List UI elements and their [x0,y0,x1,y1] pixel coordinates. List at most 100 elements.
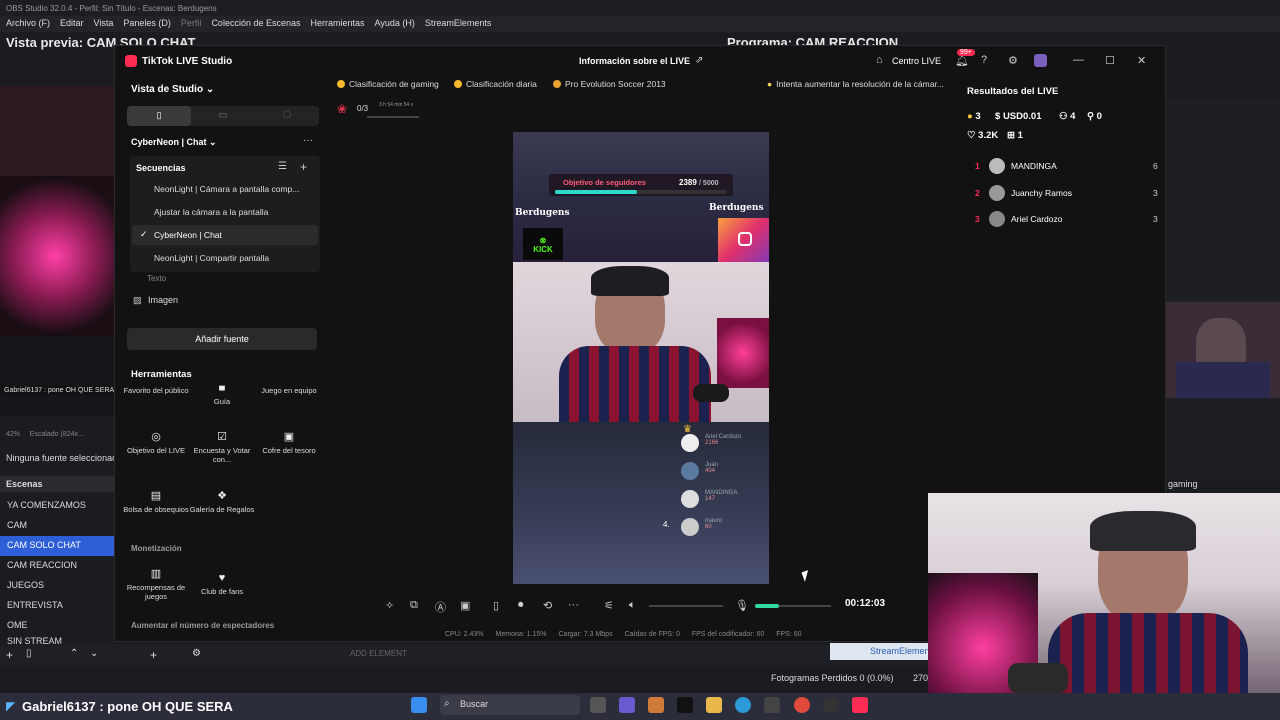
sequence-item[interactable]: Ajustar la cámara a la pantalla [132,202,318,222]
tool-gift-bag[interactable]: ▤ Bolsa de obsequios [123,491,189,515]
rose-timer: 3 h 54 min 54 s [379,102,414,108]
tool-game-rewards[interactable]: ▥ Recompensas de juegos [123,569,189,602]
tool-guide[interactable]: ▀ Guía [189,386,255,406]
stream-preview[interactable]: Objetivo de seguidores 2389 / 5000 Berdu… [513,132,769,584]
add-scene-icon[interactable]: + [6,648,13,662]
move-down-icon[interactable]: ⌄ [90,648,98,659]
more-options-icon[interactable]: ··· [303,135,313,146]
tip-resolution[interactable]: ● Intenta aumentar la resolución de la cá… [767,79,944,89]
tiktok-icon[interactable] [677,697,693,713]
stat-encoder-fps: FPS del codificador: 60 [691,631,765,638]
scene-item[interactable]: JUEGOS [0,576,114,596]
effects-icon[interactable]: ✧ [385,599,394,612]
studio-view-dropdown[interactable]: Vista de Studio ⌄ [131,84,214,95]
mixer-icon[interactable]: ⚟ [604,599,614,612]
live-results-title: Resultados del LIVE [967,86,1059,97]
tool-treasure[interactable]: ▣ Cofre del tesoro [256,432,322,456]
chip-game[interactable]: Pro Evolution Soccer 2013 [553,79,666,89]
ranking-row[interactable]: 2 Juanchy Ramos 3 [971,185,1161,205]
tool-live-goal[interactable]: ◎ Objetivo del LIVE [123,431,189,456]
source-image[interactable]: Imagen [148,295,178,305]
files-icon[interactable] [590,697,606,713]
auto-icon[interactable]: Ⓐ [435,599,446,615]
menu-coleccion[interactable]: Colección de Escenas [211,18,300,30]
gear-icon[interactable]: ⚙ [1008,54,1018,67]
chip-gaming-ranking[interactable]: Clasificación de gaming [337,79,439,89]
help-icon[interactable]: ? [981,54,987,66]
menu-vista[interactable]: Vista [94,18,114,30]
scene-selector[interactable]: CyberNeon | Chat ⌄ [131,137,217,148]
obs-right-panel [1166,100,1280,480]
target-icon: ◎ [151,431,161,443]
list-icon[interactable]: ☰ [278,161,287,172]
scene-item[interactable]: CAM [0,516,114,536]
store-icon[interactable] [764,697,780,713]
menu-streamelements[interactable]: StreamElements [425,18,492,30]
ranking-row[interactable]: 1 MANDINGA 6 [971,158,1161,178]
home-icon[interactable]: ⌂ [876,54,883,66]
record-icon[interactable]: ⏺ [518,599,524,612]
edge-icon[interactable] [735,697,751,713]
more-icon[interactable]: ··· [568,599,579,611]
live-info-title[interactable]: Información sobre el LIVE [579,56,690,66]
remove-scene-icon[interactable]: ▯ [26,648,32,659]
scene-item[interactable]: ENTREVISTA [0,596,114,616]
add-source-button[interactable]: Añadir fuente [127,328,317,350]
maximize-icon[interactable]: ☐ [1105,54,1115,67]
scene-item[interactable]: OME [0,616,114,636]
ranking-row[interactable]: 3 Ariel Cardozo 3 [971,211,1161,231]
vertical-layout-icon[interactable]: ▯ [127,106,191,126]
menu-ayuda[interactable]: Ayuda (H) [375,18,415,30]
teams-icon[interactable] [619,697,635,713]
menu-editar[interactable]: Editar [60,18,84,30]
horizontal-layout-icon[interactable]: ▭ [191,106,255,126]
sequence-item[interactable]: NeonLight | Compartir pantalla [132,248,318,268]
replay-icon[interactable]: ⟲ [543,599,552,612]
live-center-button[interactable]: Centro LIVE [892,56,941,66]
zoom-indicator: 42% Escalado (824x... [6,431,84,438]
screen-icon[interactable]: ▣ [460,599,470,612]
scene-item[interactable]: YA COMENZAMOS [0,496,114,516]
menu-perfil[interactable]: Perfil [181,18,202,30]
scene-item-active[interactable]: CAM SOLO CHAT [0,536,114,556]
taskbar-search[interactable]: Buscar [440,695,580,715]
avatar[interactable] [1034,54,1047,67]
sequence-item-active[interactable]: ✓ CyberNeon | Chat [132,225,318,245]
dual-layout-icon[interactable]: ⎔ [255,106,319,126]
phone-icon[interactable]: ▯ [493,599,499,612]
menu-archivo[interactable]: Archivo (F) [6,18,50,30]
copilot-icon[interactable] [648,697,664,713]
volume-icon[interactable]: 🔈︎ [629,599,636,612]
windows-start-icon[interactable] [411,697,427,713]
tool-team-game[interactable]: Juego en equipo [256,386,322,395]
close-icon[interactable]: ✕ [1137,54,1146,67]
layout-icon[interactable]: ⧉ [410,599,418,612]
add-element-button[interactable]: ADD ELEMENT [350,649,407,658]
streamelements-button[interactable]: StreamElements [830,643,937,660]
chrome-icon[interactable] [794,697,810,713]
volume-slider[interactable] [649,605,723,607]
tool-fan-club[interactable]: ♥ Club de fans [189,573,255,597]
add-icon[interactable]: + [300,160,307,174]
obs-preview-canvas[interactable] [0,86,114,416]
menu-herramientas[interactable]: Herramientas [311,18,365,30]
gear-icon[interactable]: ⚙ [192,648,201,659]
rank-number: 3 [975,214,980,224]
menu-paneles[interactable]: Paneles (D) [123,18,171,30]
sequence-item[interactable]: NeonLight | Cámara a pantalla comp... [132,179,318,199]
add-source-icon[interactable]: + [150,648,157,662]
tool-gift-gallery[interactable]: ❖ Galería de Regalos [189,491,255,515]
mic-icon[interactable]: 🎙︎ [735,599,749,612]
obs-icon[interactable] [823,697,839,713]
move-up-icon[interactable]: ⌃ [70,648,78,659]
tool-favorite[interactable]: Favorito del público [123,386,189,395]
share-icon[interactable]: ⇗ [695,55,706,66]
tool-poll[interactable]: ☑ Encuesta y Votar con... [189,432,255,465]
chat-icon: ◤ [6,699,16,713]
minimize-icon[interactable]: — [1073,54,1084,66]
scene-item[interactable]: CAM REACCION [0,556,114,576]
folder-icon[interactable] [706,697,722,713]
tiktok-studio-icon[interactable] [852,697,868,713]
chip-daily-ranking[interactable]: Clasificación diaria [454,79,537,89]
source-text[interactable]: Texto [147,274,166,283]
